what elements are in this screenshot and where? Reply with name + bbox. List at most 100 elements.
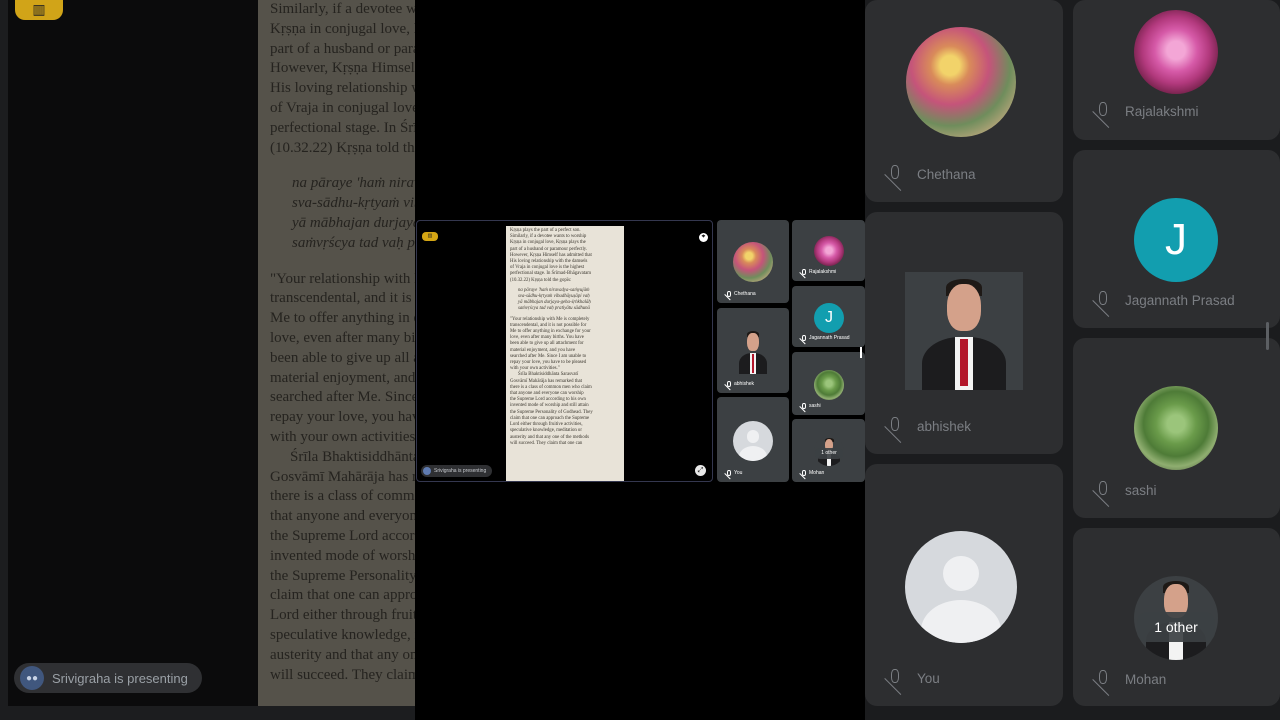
blurred-doc-line: part of a husband or paramour perfectly.: [270, 40, 415, 57]
doc-line: will succeed. They claim that one can: [510, 440, 583, 446]
participant-name: You: [734, 470, 743, 476]
participant-tile-jagannath[interactable]: J Jagannath Prasad: [792, 286, 865, 347]
avatar: [905, 531, 1017, 643]
mic-off-icon: [1093, 102, 1111, 120]
avatar: [906, 27, 1016, 137]
mic-off-icon: [800, 470, 806, 476]
participant-tile-chethana[interactable]: Chethana: [717, 220, 789, 303]
blurred-doc-line: will succeed. They claim that one can: [270, 666, 415, 683]
blurred-doc-line: claim that one can approach the Supreme: [270, 587, 415, 604]
participant-name: You: [917, 670, 940, 686]
shared-document: Kṛṣṇa plays the part of a perfect son. S…: [506, 226, 624, 481]
blurred-doc-line: invented mode of worship and still attai…: [270, 547, 415, 564]
avatar: [1134, 10, 1218, 94]
presenter-label: Srivigraha is presenting: [434, 468, 487, 474]
avatar: J: [1134, 198, 1218, 282]
blurred-verse-line: yā mābhajan durjaya-geha-śṛṅkhalāḥ: [292, 214, 415, 231]
blurred-verse-line: sva-sādhu-kṛtyaṁ vibudhāyuṣāpi vaḥ: [292, 195, 415, 212]
mic-off-icon: [1093, 291, 1111, 309]
blurred-doc-line: repay your love, you have to be pleased: [270, 409, 415, 426]
mic-off-icon: [1093, 670, 1111, 688]
blurred-presenter-badge: ●● Srivigraha is presenting: [14, 663, 202, 693]
mic-off-icon: [885, 669, 903, 687]
blurred-doc-line: speculative knowledge, meditation or: [270, 626, 415, 643]
blurred-doc-line: searched after Me. Since I am unable to: [270, 389, 415, 406]
blurred-doc-line: transcendental, and it is not possible f…: [270, 290, 415, 307]
mic-off-icon: [725, 291, 731, 297]
presenting-icon: ●●: [20, 666, 44, 690]
blurred-doc-line: Me to offer anything in exchange for you…: [270, 310, 415, 327]
avatar: [814, 370, 844, 400]
presenter-badge: Srivigraha is presenting: [421, 465, 493, 477]
blurred-tile: Rajalakshmi: [1073, 0, 1280, 140]
blurred-doc-line: of Vraja in conjugal love is the highest: [270, 99, 415, 116]
participant-name: Chethana: [734, 291, 756, 297]
blurred-doc-line: the Supreme Personality of Godhead. They: [270, 567, 415, 584]
blurred-background-right: Chethana Rajalakshmi J Jagannath Prasad …: [865, 0, 1280, 720]
blurred-doc-line: there is a class of common men who claim: [270, 488, 415, 505]
blurred-doc-line: Lord either through fruitive activities,: [270, 607, 415, 624]
participant-name: sashi: [1125, 482, 1157, 498]
blurred-doc-line: His loving relationship with the damsels: [270, 80, 415, 97]
blurred-share-area: [8, 0, 258, 706]
participant-tile-you[interactable]: You: [717, 397, 789, 482]
participant-tile-abhishek[interactable]: abhishek: [717, 308, 789, 393]
avatar: [733, 242, 773, 282]
blurred-tile: You: [865, 464, 1063, 706]
blurred-doc-line: the Supreme Lord according to his own: [270, 527, 415, 544]
participant-tile-sashi[interactable]: sashi: [792, 352, 865, 415]
others-count-badge[interactable]: 1 other: [815, 448, 843, 459]
avatar: [814, 236, 844, 266]
avatar: [905, 272, 1023, 390]
participant-name: Jagannath Prasad: [809, 335, 850, 341]
blurred-tile: abhishek: [865, 212, 1063, 454]
blurred-doc-line: perfectional stage. In Śrīmad-Bhāgavatam: [270, 119, 415, 136]
participant-name: sashi: [809, 403, 821, 409]
presenter-label: Srivigraha is presenting: [52, 670, 188, 686]
avatar: [733, 328, 773, 374]
avatar: J: [814, 303, 844, 333]
blurred-doc-line: that anyone and everyone can worship: [270, 508, 415, 525]
blurred-doc-line: material enjoyment, and you have: [270, 369, 415, 386]
blurred-doc-line: love, even after many births. You have: [270, 329, 415, 346]
captions-icon[interactable]: ▥: [422, 232, 438, 241]
blurred-doc-line: (10.32.22) Kṛṣṇa told the gopīs:: [270, 139, 415, 156]
mic-off-icon: [800, 403, 806, 409]
blurred-scrollbar: [1266, 322, 1269, 350]
blurred-doc-line: with your own activities.": [270, 428, 415, 445]
blurred-verse-line: saṁvṛścya tad vaḥ pratiyātu sādhunā: [292, 234, 415, 251]
participant-name: Mohan: [1125, 671, 1167, 687]
mic-off-icon: [800, 335, 806, 341]
captions-icon: ▥: [15, 0, 63, 20]
blurred-doc-line: Kṛṣṇa in conjugal love, Kṛṣṇa plays the: [270, 20, 415, 37]
blurred-document: Similarly, if a devotee wants to worship…: [258, 0, 415, 706]
avatar: [733, 421, 773, 461]
blurred-background-left: ▥ Similarly, if a devotee wants to worsh…: [0, 0, 415, 720]
mic-off-icon: [1093, 481, 1111, 499]
participant-name: abhishek: [734, 381, 755, 387]
blurred-tile: J Jagannath Prasad: [1073, 150, 1280, 328]
mic-off-icon: [885, 165, 903, 183]
blurred-doc-line: Gosvāmī Mahārāja has remarked that: [270, 468, 415, 485]
blurred-verse-line: na pāraye 'haṁ niravadya-saṁyujāṁ: [292, 175, 415, 192]
avatar: [1134, 386, 1218, 470]
blurred-tile: Chethana: [865, 0, 1063, 202]
participant-name: abhishek: [917, 418, 972, 434]
mic-off-icon: [800, 269, 806, 275]
blurred-doc-line: austerity and that any one of the method…: [270, 646, 415, 663]
blurred-doc-line: been able to give up all attachment for: [270, 349, 415, 366]
participant-tile-mohan[interactable]: 1 other Mohan: [792, 419, 865, 482]
participant-name: Rajalakshmi: [1125, 103, 1199, 119]
mic-off-icon: [725, 381, 731, 387]
participant-name: Jagannath Prasad: [1125, 292, 1235, 308]
participant-name: Mohan: [809, 470, 825, 476]
presentation-tile[interactable]: ▥ Kṛṣṇa plays the part of a perfect son.…: [416, 220, 713, 482]
fullscreen-icon[interactable]: ⤢: [695, 465, 706, 476]
pin-icon[interactable]: ⌖: [699, 233, 708, 242]
presenting-icon: [423, 467, 431, 475]
tile-scrollbar[interactable]: [860, 347, 862, 358]
blurred-doc-line: Śrīla Bhaktisiddhānta Sarasvatī: [290, 448, 415, 465]
participant-name: Chethana: [917, 166, 976, 182]
participant-name: Rajalakshmi: [809, 269, 837, 275]
participant-tile-rajalakshmi[interactable]: Rajalakshmi: [792, 220, 865, 281]
